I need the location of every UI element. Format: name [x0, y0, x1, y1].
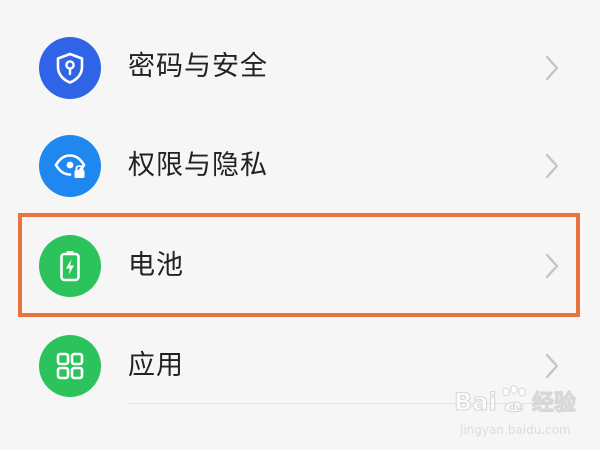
settings-item-label: 密码与安全: [128, 51, 268, 82]
svg-text:jingyan.baidu.com: jingyan.baidu.com: [459, 423, 571, 437]
svg-text:Bai: Bai: [454, 388, 497, 416]
chevron-right-icon: [545, 153, 559, 179]
svg-text:经验: 经验: [532, 390, 576, 416]
svg-text:du: du: [509, 403, 522, 413]
chevron-right-icon: [545, 353, 559, 379]
settings-item-label: 电池: [128, 250, 184, 281]
settings-item-battery[interactable]: 电池: [0, 216, 600, 316]
chevron-right-icon: [545, 253, 559, 279]
baidu-jingyan-watermark: Bai du 经验 jingyan.baidu.com: [453, 384, 577, 437]
shield-keyhole-icon: [39, 37, 101, 99]
battery-charging-icon: [39, 235, 101, 297]
settings-screen: 密码与安全 权限与隐私 电池 应用 Bai du 经验 jingyan.baid…: [0, 0, 600, 450]
settings-item-label: 应用: [128, 350, 184, 381]
settings-item-permissions-privacy[interactable]: 权限与隐私: [0, 116, 600, 216]
apps-grid-icon: [39, 335, 101, 397]
chevron-right-icon: [545, 55, 559, 81]
eye-lock-icon: [39, 135, 101, 197]
settings-item-label: 权限与隐私: [128, 150, 268, 181]
settings-item-password-security[interactable]: 密码与安全: [0, 18, 600, 118]
